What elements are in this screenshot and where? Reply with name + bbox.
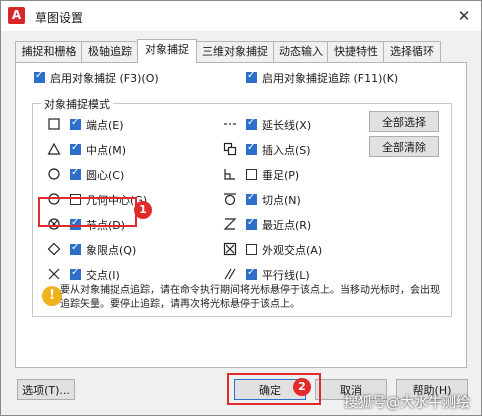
tab-object-snap[interactable]: 对象捕捉 <box>137 39 197 63</box>
parallel-label: 平行线(L) <box>262 269 310 282</box>
cross-icon <box>48 268 60 280</box>
endpoint-checkbox[interactable] <box>70 117 81 130</box>
tab-3d-object-snap[interactable]: 三维对象捕捉 <box>195 41 275 62</box>
dialog-title: 草图设置 <box>35 11 84 25</box>
midpoint-checkbox[interactable] <box>70 142 81 155</box>
triangle-icon <box>47 142 61 155</box>
watermark: 搜狐号@大水牛测绘 <box>344 395 470 411</box>
square-icon <box>48 118 60 130</box>
tab-dynamic-input[interactable]: 动态输入 <box>273 41 329 62</box>
info-bulb-icon: ! <box>42 286 62 306</box>
tab-polar-tracking[interactable]: 极轴追踪 <box>81 41 139 62</box>
intersection-checkbox[interactable] <box>70 267 81 280</box>
nearest-icon <box>223 218 237 230</box>
tangent-icon <box>224 193 236 206</box>
enable-osnap-label: 启用对象捕捉 (F3)(O) <box>50 72 159 85</box>
tab-selection-cycling[interactable]: 选择循环 <box>383 41 441 62</box>
extension-icon <box>224 123 236 125</box>
title-bar: A 草图设置 ✕ <box>1 1 481 31</box>
clear-all-button[interactable]: 全部清除 <box>369 136 439 157</box>
tangent-checkbox[interactable] <box>246 192 257 205</box>
intersection-label: 交点(I) <box>86 269 120 282</box>
autocad-logo-icon: A <box>8 7 25 24</box>
extension-checkbox[interactable] <box>246 117 257 130</box>
quadrant-label: 象限点(Q) <box>86 244 137 257</box>
step-2-badge: 2 <box>293 378 311 396</box>
perpendicular-label: 垂足(P) <box>262 169 300 182</box>
insert-icon <box>223 142 237 156</box>
step-1-badge: 1 <box>134 201 152 219</box>
tab-quick-properties[interactable]: 快捷特性 <box>327 41 385 62</box>
apparent-intersection-checkbox[interactable] <box>246 244 257 255</box>
group-title: 对象捕捉模式 <box>41 96 113 112</box>
select-all-button[interactable]: 全部选择 <box>369 111 439 132</box>
perpendicular-icon <box>224 169 235 180</box>
parallel-icon <box>224 268 236 280</box>
center-checkbox[interactable] <box>70 167 81 180</box>
enable-tracking-checkbox[interactable] <box>246 70 257 83</box>
diamond-icon <box>47 242 61 256</box>
tab-snap-grid[interactable]: 捕捉和栅格 <box>15 41 83 62</box>
midpoint-label: 中点(M) <box>86 144 127 157</box>
enable-tracking-label: 启用对象捕捉追踪 (F11)(K) <box>262 72 399 85</box>
tangent-label: 切点(N) <box>262 194 301 207</box>
perpendicular-checkbox[interactable] <box>246 169 257 180</box>
parallel-checkbox[interactable] <box>246 267 257 280</box>
options-button[interactable]: 选项(T)... <box>17 379 75 400</box>
nearest-label: 最近点(R) <box>262 219 312 232</box>
close-icon[interactable]: ✕ <box>453 5 475 27</box>
node-highlight-box <box>38 197 137 227</box>
nearest-checkbox[interactable] <box>246 217 257 230</box>
quadrant-checkbox[interactable] <box>70 242 81 255</box>
enable-osnap-checkbox[interactable] <box>34 70 45 83</box>
endpoint-label: 端点(E) <box>86 119 124 132</box>
apparent-intersection-label: 外观交点(A) <box>262 244 323 257</box>
insertion-label: 插入点(S) <box>262 144 311 157</box>
extension-label: 延长线(X) <box>262 119 312 132</box>
insertion-checkbox[interactable] <box>246 142 257 155</box>
circle-icon <box>48 168 60 180</box>
apparent-intersection-icon <box>223 242 237 256</box>
center-label: 圆心(C) <box>86 169 125 182</box>
tracking-hint-text: 要从对象捕捉点追踪，请在命令执行期间将光标悬停于该点上。当移动光标时，会出现追踪… <box>60 285 440 310</box>
